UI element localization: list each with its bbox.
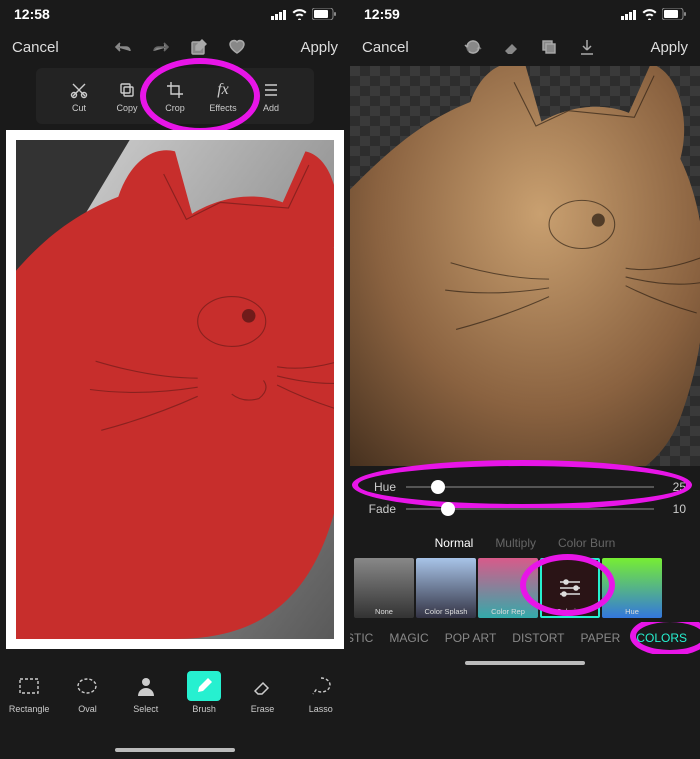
- apply-button[interactable]: Apply: [300, 39, 338, 56]
- clock: 12:59: [364, 6, 400, 22]
- eraser-icon: [252, 676, 272, 696]
- reset-icon[interactable]: [463, 37, 483, 57]
- oval-icon: [76, 677, 98, 695]
- crop-tool[interactable]: Crop: [151, 79, 199, 113]
- oval-tool[interactable]: Oval: [63, 671, 111, 714]
- filter-none[interactable]: None: [354, 558, 414, 618]
- status-indicators: [621, 8, 686, 20]
- sliders-icon: [556, 574, 584, 602]
- lasso-icon: [310, 676, 332, 696]
- eraser-icon[interactable]: [501, 37, 521, 57]
- brush-tool[interactable]: Brush: [180, 671, 228, 714]
- hue-thumb[interactable]: [431, 480, 445, 494]
- adjustment-sliders: Hue 25 Fade 10: [350, 466, 700, 530]
- image-canvas[interactable]: [350, 66, 700, 466]
- cut-icon: [70, 81, 88, 99]
- add-tool[interactable]: Add: [247, 79, 295, 113]
- hue-value: 25: [664, 480, 686, 494]
- image-canvas[interactable]: [6, 130, 344, 649]
- home-indicator[interactable]: [0, 741, 350, 759]
- edit-icon[interactable]: [189, 37, 209, 57]
- top-action-bar: Cancel Apply: [0, 28, 350, 66]
- lasso-tool[interactable]: Lasso: [297, 671, 345, 714]
- fade-slider[interactable]: Fade 10: [364, 502, 686, 516]
- cellular-icon: [621, 9, 637, 20]
- category-artistic[interactable]: STIC: [350, 631, 373, 645]
- category-popart[interactable]: POP ART: [445, 631, 497, 645]
- cut-tool[interactable]: Cut: [55, 79, 103, 113]
- clock: 12:58: [14, 6, 50, 22]
- blend-mode-row: Normal Multiply Color Burn: [350, 530, 700, 554]
- hue-label: Hue: [364, 480, 396, 494]
- edit-tool-row: Cut Copy Crop fx Effects Add: [36, 68, 314, 124]
- phone-left-screen: 12:58 Cancel Apply Cut Copy Crop: [0, 0, 350, 759]
- status-bar: 12:58: [0, 0, 350, 28]
- wifi-icon: [292, 9, 307, 20]
- top-action-bar: Cancel Apply: [350, 28, 700, 66]
- layers-icon[interactable]: [539, 37, 559, 57]
- select-tool[interactable]: Select: [122, 671, 170, 714]
- person-icon: [136, 676, 156, 696]
- hue-track[interactable]: [406, 486, 654, 488]
- status-indicators: [271, 8, 336, 20]
- fade-value: 10: [664, 502, 686, 516]
- filter-hue[interactable]: Hue: [602, 558, 662, 618]
- status-bar: 12:59: [350, 0, 700, 28]
- cancel-button[interactable]: Cancel: [362, 39, 409, 56]
- effect-category-row[interactable]: STIC MAGIC POP ART DISTORT PAPER COLORS: [350, 622, 700, 654]
- hue-slider[interactable]: Hue 25: [364, 480, 686, 494]
- copy-icon: [118, 81, 136, 99]
- category-distort[interactable]: DISTORT: [512, 631, 564, 645]
- battery-icon: [662, 8, 686, 20]
- wifi-icon: [642, 9, 657, 20]
- cancel-button[interactable]: Cancel: [12, 39, 59, 56]
- crop-icon: [166, 81, 184, 99]
- blend-multiply[interactable]: Multiply: [495, 536, 536, 550]
- rectangle-icon: [18, 677, 40, 695]
- battery-icon: [312, 8, 336, 20]
- blend-normal[interactable]: Normal: [435, 536, 474, 550]
- copy-tool[interactable]: Copy: [103, 79, 151, 113]
- erase-tool[interactable]: Erase: [238, 671, 286, 714]
- home-indicator[interactable]: [350, 654, 700, 672]
- category-paper[interactable]: PAPER: [581, 631, 621, 645]
- rectangle-tool[interactable]: Rectangle: [5, 671, 53, 714]
- fx-icon: fx: [217, 81, 229, 99]
- filter-thumbnails: None Color Splash Color Rep Colorize Hue: [350, 554, 700, 622]
- undo-icon[interactable]: [113, 37, 133, 57]
- category-colors[interactable]: COLORS: [636, 631, 687, 645]
- apply-button[interactable]: Apply: [650, 39, 688, 56]
- filter-colorize[interactable]: Colorize: [540, 558, 600, 618]
- effects-tool[interactable]: fx Effects: [199, 79, 247, 113]
- filter-color-splash[interactable]: Color Splash: [416, 558, 476, 618]
- selection-tool-bar: Rectangle Oval Select Brush Erase Lasso: [0, 663, 350, 741]
- list-icon: [262, 81, 280, 99]
- heart-icon[interactable]: [227, 37, 247, 57]
- brush-icon: [194, 676, 214, 696]
- fade-label: Fade: [364, 502, 396, 516]
- phone-right-screen: 12:59 Cancel Apply: [350, 0, 700, 759]
- cellular-icon: [271, 9, 287, 20]
- blend-colorburn[interactable]: Color Burn: [558, 536, 615, 550]
- category-magic[interactable]: MAGIC: [389, 631, 428, 645]
- fade-track[interactable]: [406, 508, 654, 510]
- filter-color-rep[interactable]: Color Rep: [478, 558, 538, 618]
- download-icon[interactable]: [577, 37, 597, 57]
- redo-icon[interactable]: [151, 37, 171, 57]
- fade-thumb[interactable]: [441, 502, 455, 516]
